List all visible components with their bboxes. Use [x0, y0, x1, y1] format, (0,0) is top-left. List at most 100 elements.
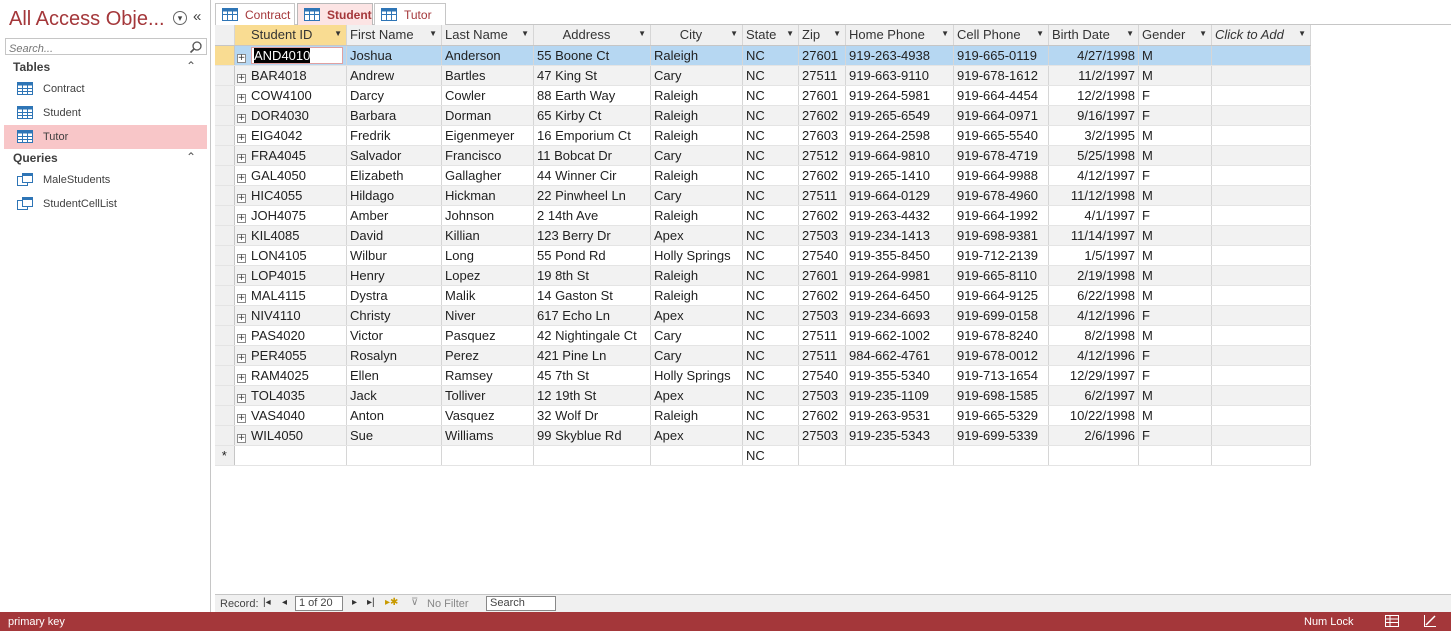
table-cell[interactable]: Hildago — [346, 185, 442, 206]
table-cell[interactable]: Raleigh — [650, 285, 743, 306]
table-cell[interactable]: F — [1138, 105, 1212, 126]
table-cell[interactable]: 11/14/1997 — [1048, 225, 1139, 246]
table-cell[interactable]: NC — [742, 225, 799, 246]
table-row[interactable]: + AND4010 Joshua Anderson 55 Boone Ct Raleigh… — [215, 45, 1311, 66]
next-record-icon[interactable]: ▸ — [352, 597, 357, 608]
table-cell[interactable]: Andrew — [346, 65, 442, 86]
table-cell[interactable]: Anton — [346, 405, 442, 426]
table-cell[interactable]: JOH4075 — [248, 205, 347, 226]
table-cell[interactable]: M — [1138, 325, 1212, 346]
table-cell[interactable]: Amber — [346, 205, 442, 226]
table-cell[interactable]: 919-699-0158 — [953, 305, 1049, 326]
table-cell[interactable]: F — [1138, 345, 1212, 366]
table-cell[interactable]: 919-264-5981 — [845, 85, 954, 106]
row-selector[interactable] — [215, 85, 235, 106]
table-cell-click-to-add[interactable] — [1211, 345, 1311, 366]
table-cell[interactable]: 27511 — [798, 325, 846, 346]
dropdown-arrow-icon[interactable]: ▼ — [786, 29, 794, 38]
table-cell[interactable]: 919-662-1002 — [845, 325, 954, 346]
table-cell[interactable]: M — [1138, 285, 1212, 306]
table-cell[interactable]: 12/29/1997 — [1048, 365, 1139, 386]
table-row[interactable]: + LON4105 Wilbur Long 55 Pond Rd Holly Spring… — [215, 245, 1311, 266]
table-cell[interactable]: 984-662-4761 — [845, 345, 954, 366]
table-cell[interactable]: 919-265-6549 — [845, 105, 954, 126]
table-cell[interactable]: 919-713-1654 — [953, 365, 1049, 386]
expand-plus-icon[interactable]: + — [236, 353, 246, 363]
dropdown-arrow-icon[interactable]: ▼ — [334, 29, 342, 38]
filter-status[interactable]: No Filter — [427, 598, 469, 610]
row-selector[interactable] — [215, 145, 235, 166]
nav-menu-chevron-icon[interactable]: ▾ — [173, 11, 187, 25]
table-cell[interactable]: 919-663-9110 — [845, 65, 954, 86]
table-cell[interactable]: NC — [742, 65, 799, 86]
table-cell[interactable]: 919-234-1413 — [845, 225, 954, 246]
nav-collapse-icon[interactable]: « — [193, 8, 201, 25]
table-cell[interactable]: 99 Skyblue Rd — [533, 425, 651, 446]
row-selector[interactable] — [215, 385, 235, 406]
table-cell[interactable]: Dorman — [441, 105, 534, 126]
table-cell[interactable]: COW4100 — [248, 85, 347, 106]
row-selector[interactable] — [215, 105, 235, 126]
table-cell[interactable]: FRA4045 — [248, 145, 347, 166]
table-cell[interactable]: RAM4025 — [248, 365, 347, 386]
table-cell[interactable]: Jack — [346, 385, 442, 406]
table-cell[interactable]: 919-698-9381 — [953, 225, 1049, 246]
table-cell[interactable]: NIV4110 — [248, 305, 347, 326]
table-cell[interactable]: Apex — [650, 425, 743, 446]
column-header-student-id[interactable]: Student ID ▼ — [248, 25, 347, 46]
table-cell[interactable]: 919-665-5540 — [953, 125, 1049, 146]
table-cell[interactable]: 27602 — [798, 165, 846, 186]
table-cell[interactable]: 27602 — [798, 105, 846, 126]
table-cell[interactable]: 919-664-9988 — [953, 165, 1049, 186]
table-cell[interactable]: 65 Kirby Ct — [533, 105, 651, 126]
table-cell[interactable]: 2 14th Ave — [533, 205, 651, 226]
table-cell[interactable]: Cowler — [441, 85, 534, 106]
row-selector[interactable] — [215, 165, 235, 186]
table-cell[interactable]: LON4105 — [248, 245, 347, 266]
table-cell[interactable]: 12/2/1998 — [1048, 85, 1139, 106]
expand-plus-icon[interactable]: + — [236, 153, 246, 163]
table-cell[interactable]: 4/27/1998 — [1048, 45, 1139, 66]
table-cell[interactable]: 919-678-1612 — [953, 65, 1049, 86]
record-search-field[interactable]: Search — [486, 596, 556, 611]
table-cell[interactable]: 4/12/1996 — [1048, 345, 1139, 366]
nav-item-student[interactable]: Student — [4, 101, 207, 125]
table-cell[interactable]: NC — [742, 365, 799, 386]
select-all-corner[interactable] — [215, 25, 235, 46]
column-header-last-name[interactable]: Last Name ▼ — [441, 25, 534, 46]
table-cell[interactable]: Fredrik — [346, 125, 442, 146]
expand-plus-icon[interactable]: + — [236, 393, 246, 403]
table-cell[interactable]: Niver — [441, 305, 534, 326]
table-cell[interactable]: Cary — [650, 185, 743, 206]
table-cell[interactable]: NC — [742, 425, 799, 446]
nav-item-studentcelllist[interactable]: StudentCellList — [4, 192, 207, 216]
table-cell[interactable]: M — [1138, 265, 1212, 286]
table-cell[interactable]: NC — [742, 305, 799, 326]
table-cell[interactable]: F — [1138, 205, 1212, 226]
table-cell-click-to-add[interactable] — [1211, 245, 1311, 266]
table-cell-click-to-add[interactable] — [1211, 85, 1311, 106]
nav-search-input[interactable] — [6, 41, 186, 57]
table-cell[interactable]: Long — [441, 245, 534, 266]
table-cell[interactable]: Apex — [650, 385, 743, 406]
table-cell[interactable]: NC — [742, 345, 799, 366]
table-cell[interactable]: 27503 — [798, 305, 846, 326]
table-cell[interactable] — [248, 445, 347, 466]
table-cell[interactable]: M — [1138, 245, 1212, 266]
table-cell[interactable]: 919-355-8450 — [845, 245, 954, 266]
row-selector[interactable] — [215, 425, 235, 446]
table-cell[interactable]: Killian — [441, 225, 534, 246]
table-row[interactable]: + FRA4045 Salvador Francisco 11 Bobcat Dr Car… — [215, 145, 1311, 166]
row-selector[interactable] — [215, 285, 235, 306]
table-cell[interactable]: F — [1138, 85, 1212, 106]
collapse-group-icon[interactable]: ⌃ — [186, 150, 196, 164]
table-cell[interactable]: 27540 — [798, 365, 846, 386]
row-selector[interactable] — [215, 205, 235, 226]
table-cell[interactable] — [798, 445, 846, 466]
table-cell[interactable]: 11/2/1997 — [1048, 65, 1139, 86]
table-cell[interactable]: Salvador — [346, 145, 442, 166]
table-cell[interactable]: Darcy — [346, 85, 442, 106]
table-cell[interactable]: 27601 — [798, 265, 846, 286]
table-cell-click-to-add[interactable] — [1211, 385, 1311, 406]
row-selector[interactable] — [215, 185, 235, 206]
